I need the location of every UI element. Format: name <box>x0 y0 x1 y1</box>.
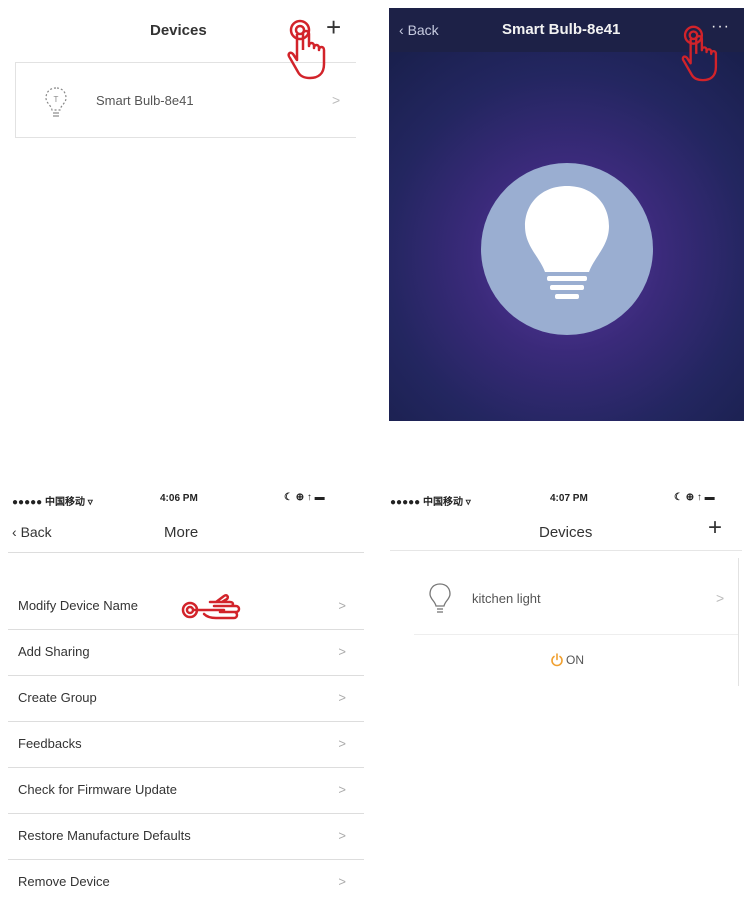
status-icons: ☾ ⊕ ↑ ▬ <box>284 492 325 503</box>
page-title: Devices <box>539 524 593 541</box>
back-button[interactable]: ‹ Back <box>399 22 439 38</box>
chevron-right-icon: > <box>332 92 341 108</box>
pointing-hand-icon <box>181 594 241 620</box>
divider <box>390 550 742 551</box>
menu-item-restore-defaults[interactable]: Restore Manufacture Defaults > <box>8 813 364 859</box>
menu-item-label: Add Sharing <box>18 644 90 659</box>
tap-hand-icon <box>681 25 718 82</box>
menu-item-add-sharing[interactable]: Add Sharing > <box>8 629 364 675</box>
menu-item-label: Create Group <box>18 690 97 705</box>
menu-item-label: Feedbacks <box>18 736 82 751</box>
page-title: More <box>164 524 199 541</box>
menu-item-label: Restore Manufacture Defaults <box>18 828 191 843</box>
tap-hand-icon <box>287 19 326 80</box>
status-time: 4:06 PM <box>160 493 198 504</box>
devices-renamed-screen: ●●●●● 中国移动 ▿ 4:07 PM ☾ ⊕ ↑ ▬ Devices + k… <box>390 488 746 888</box>
divider <box>414 634 738 635</box>
plus-icon[interactable]: + <box>708 516 722 540</box>
svg-text:T: T <box>54 95 59 104</box>
page-title: Devices <box>150 22 207 39</box>
menu-item-label: Remove Device <box>18 874 110 889</box>
menu-item-feedbacks[interactable]: Feedbacks > <box>8 721 364 767</box>
back-label: Back <box>407 22 439 38</box>
more-screen: ●●●●● 中国移动 ▿ 4:06 PM ☾ ⊕ ↑ ▬ ‹ Back More… <box>8 488 364 889</box>
divider <box>8 552 364 553</box>
chevron-right-icon: > <box>338 828 346 843</box>
menu-item-label: Check for Firmware Update <box>18 782 177 797</box>
chevron-right-icon: > <box>338 690 346 705</box>
status-icons: ☾ ⊕ ↑ ▬ <box>674 492 715 503</box>
menu-item-label: Modify Device Name <box>18 598 138 613</box>
chevron-right-icon: > <box>338 644 346 659</box>
device-name[interactable]: kitchen light <box>472 591 541 606</box>
menu-item-remove-device[interactable]: Remove Device > <box>8 859 364 905</box>
bulb-control-screen: ‹ Back Smart Bulb-8e41 ··· <box>389 8 744 421</box>
status-carrier: ●●●●● 中国移动 ▿ <box>12 497 93 508</box>
chevron-right-icon: > <box>338 598 346 613</box>
more-menu-list: Modify Device Name > Add Sharing > Creat… <box>8 584 364 905</box>
back-button[interactable]: ‹ Back <box>12 524 52 540</box>
chevron-right-icon: > <box>338 782 346 797</box>
status-time: 4:07 PM <box>550 493 588 504</box>
chevron-right-icon: > <box>338 736 346 751</box>
devices-screen: Devices + T Smart Bulb-8e41 > <box>0 0 372 420</box>
bulb-outline-icon <box>429 583 451 613</box>
chevron-right-icon: > <box>716 590 725 606</box>
menu-item-check-firmware-update[interactable]: Check for Firmware Update > <box>8 767 364 813</box>
device-name[interactable]: Smart Bulb-8e41 <box>96 93 194 108</box>
menu-item-create-group[interactable]: Create Group > <box>8 675 364 721</box>
page-title: Smart Bulb-8e41 <box>502 21 621 38</box>
status-carrier: ●●●●● 中国移动 ▿ <box>390 497 471 508</box>
lightbulb-icon <box>525 186 609 299</box>
power-state-label[interactable]: ON <box>566 653 584 667</box>
chevron-right-icon: > <box>338 874 346 889</box>
bulb-outline-icon: T <box>45 87 67 117</box>
power-icon[interactable] <box>550 653 564 667</box>
device-card[interactable] <box>390 558 739 686</box>
back-label: Back <box>20 524 52 540</box>
